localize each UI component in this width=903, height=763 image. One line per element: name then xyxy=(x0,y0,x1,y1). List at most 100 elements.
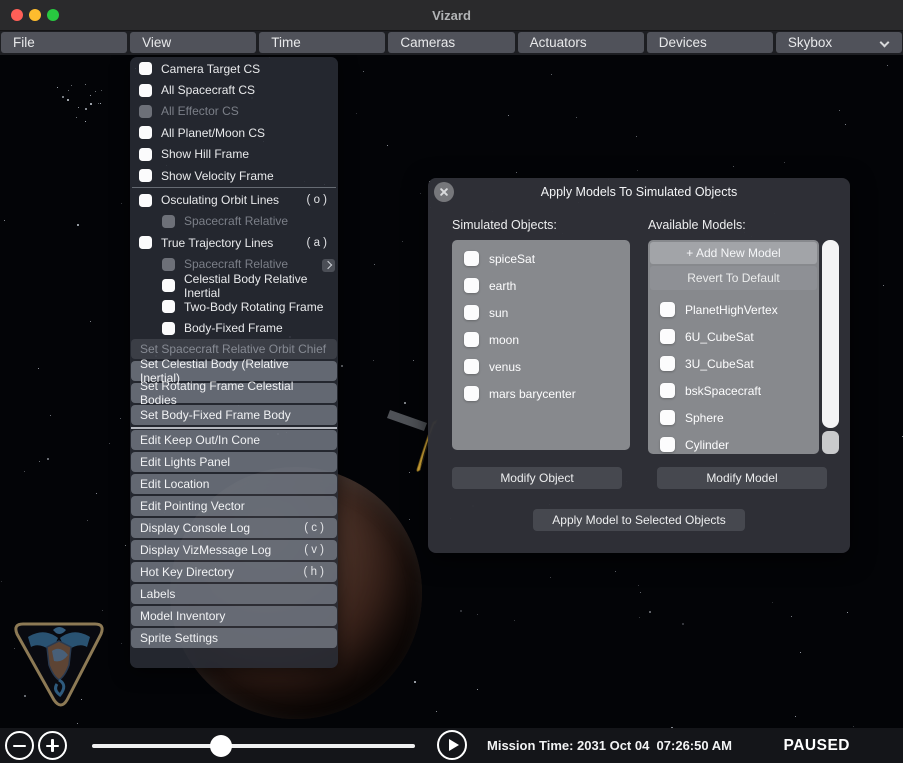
checkbox-icon[interactable] xyxy=(464,386,479,401)
menu-item-sprite-settings[interactable]: Sprite Settings xyxy=(131,628,337,648)
title-bar: Vizard xyxy=(0,0,903,31)
checkbox-icon xyxy=(139,105,152,118)
modify-object-button[interactable]: Modify Object xyxy=(452,467,622,489)
play-icon xyxy=(449,739,459,751)
checkbox-icon[interactable] xyxy=(464,251,479,266)
list-item-label: earth xyxy=(489,279,516,293)
menu-item-osculating-orbit-lines[interactable]: Osculating Orbit Lines( o ) xyxy=(130,189,338,210)
list-item-label: spiceSat xyxy=(489,252,535,266)
list-item-venus[interactable]: venus xyxy=(452,353,630,380)
checkbox-icon[interactable] xyxy=(660,329,675,344)
checkbox-icon[interactable] xyxy=(660,410,675,425)
menu-item-label: Set Rotating Frame Celestial Bodies xyxy=(140,379,328,407)
space-viewport[interactable]: Camera Target CSAll Spacecraft CSAll Eff… xyxy=(0,55,903,728)
menu-time[interactable]: Time xyxy=(259,32,385,53)
list-item-moon[interactable]: moon xyxy=(452,326,630,353)
list-item-label: Sphere xyxy=(685,411,724,425)
menu-item-label: Edit Pointing Vector xyxy=(140,499,245,513)
list-item-planethighvertex[interactable]: PlanetHighVertex xyxy=(648,296,819,323)
simulated-objects-label: Simulated Objects: xyxy=(452,218,557,232)
zoom-in-button[interactable] xyxy=(38,731,67,760)
menu-item-display-vizmessage-log[interactable]: Display VizMessage Log( v ) xyxy=(131,540,337,560)
slider-track[interactable] xyxy=(92,744,415,748)
list-item-label: Cylinder xyxy=(685,438,729,452)
minus-icon xyxy=(13,745,26,748)
list-item-label: 6U_CubeSat xyxy=(685,330,754,344)
checkbox-icon[interactable] xyxy=(464,305,479,320)
checkbox-icon xyxy=(162,300,175,313)
list-item-sphere[interactable]: Sphere xyxy=(648,404,819,431)
checkbox-icon[interactable] xyxy=(464,332,479,347)
revert-to-default-button[interactable]: Revert To Default xyxy=(650,266,817,290)
checkbox-icon xyxy=(139,126,152,139)
scrollbar-end-cap[interactable] xyxy=(822,431,839,454)
menu-item-edit-location[interactable]: Edit Location xyxy=(131,474,337,494)
menu-item-true-trajectory-lines[interactable]: True Trajectory Lines( a ) xyxy=(130,232,338,253)
models-scrollbar[interactable] xyxy=(822,240,839,454)
shortcut-hint: ( c ) xyxy=(304,522,328,534)
checkbox-icon xyxy=(162,279,175,292)
menu-item-all-spacecraft-cs[interactable]: All Spacecraft CS xyxy=(130,79,338,100)
menu-item-labels[interactable]: Labels xyxy=(131,584,337,604)
menu-item-hot-key-directory[interactable]: Hot Key Directory( h ) xyxy=(131,562,337,582)
menu-item-set-rotating-frame-celestial-bodies[interactable]: Set Rotating Frame Celestial Bodies xyxy=(131,383,337,403)
list-item-label: sun xyxy=(489,306,508,320)
available-models-list: + Add New Model Revert To Default Planet… xyxy=(648,240,819,454)
submenu-arrow-icon xyxy=(322,259,335,272)
list-item-spicesat[interactable]: spiceSat xyxy=(452,245,630,272)
menu-item-set-celestial-body-relative-inertial[interactable]: Set Celestial Body (Relative Inertial) xyxy=(131,361,337,381)
window-title: Vizard xyxy=(0,0,903,31)
menu-item-show-hill-frame[interactable]: Show Hill Frame xyxy=(130,144,338,165)
menu-devices[interactable]: Devices xyxy=(647,32,773,53)
slider-thumb[interactable] xyxy=(210,735,232,757)
menu-item-celestial-body-relative-inertial[interactable]: Celestial Body Relative Inertial xyxy=(130,275,338,296)
modify-model-button[interactable]: Modify Model xyxy=(657,467,827,489)
menu-item-body-fixed-frame[interactable]: Body-Fixed Frame xyxy=(130,318,338,339)
menu-item-label: True Trajectory Lines xyxy=(161,236,273,250)
menu-item-edit-keep-out-in-cone[interactable]: Edit Keep Out/In Cone xyxy=(131,430,337,450)
list-item-sun[interactable]: sun xyxy=(452,299,630,326)
menu-cameras[interactable]: Cameras xyxy=(388,32,514,53)
menu-item-all-planet-moon-cs[interactable]: All Planet/Moon CS xyxy=(130,122,338,143)
list-item-6u-cubesat[interactable]: 6U_CubeSat xyxy=(648,323,819,350)
scrollbar-thumb[interactable] xyxy=(822,240,839,428)
play-button[interactable] xyxy=(437,730,467,760)
menu-item-edit-lights-panel[interactable]: Edit Lights Panel xyxy=(131,452,337,472)
menu-bar: File ViewTimeCamerasActuators Devices Skybo… xyxy=(0,31,903,55)
menu-skybox[interactable]: Skybox xyxy=(776,32,902,53)
menu-item-edit-pointing-vector[interactable]: Edit Pointing Vector xyxy=(131,496,337,516)
menu-item-two-body-rotating-frame[interactable]: Two-Body Rotating Frame xyxy=(130,296,338,317)
checkbox-icon[interactable] xyxy=(660,356,675,371)
zoom-out-button[interactable] xyxy=(5,731,34,760)
list-item-cylinder[interactable]: Cylinder xyxy=(648,431,819,458)
menu-item-label: Show Hill Frame xyxy=(161,147,249,161)
available-models-label: Available Models: xyxy=(648,218,746,232)
list-item-bskspacecraft[interactable]: bskSpacecraft xyxy=(648,377,819,404)
list-item-earth[interactable]: earth xyxy=(452,272,630,299)
menu-item-set-body-fixed-frame-body[interactable]: Set Body-Fixed Frame Body xyxy=(131,405,337,425)
checkbox-icon[interactable] xyxy=(660,437,675,452)
menu-item-camera-target-cs[interactable]: Camera Target CS xyxy=(130,58,338,79)
time-rate-slider[interactable] xyxy=(92,728,415,763)
apply-model-button[interactable]: Apply Model to Selected Objects xyxy=(533,509,745,531)
paused-status: PAUSED xyxy=(784,728,850,763)
menu-item-display-console-log[interactable]: Display Console Log( c ) xyxy=(131,518,337,538)
menu-file[interactable]: File xyxy=(1,32,127,53)
shortcut-hint: ( o ) xyxy=(307,194,338,206)
menu-item-model-inventory[interactable]: Model Inventory xyxy=(131,606,337,626)
checkbox-icon[interactable] xyxy=(660,383,675,398)
checkbox-icon xyxy=(139,148,152,161)
menu-item-show-velocity-frame[interactable]: Show Velocity Frame xyxy=(130,165,338,186)
list-item-mars-barycenter[interactable]: mars barycenter xyxy=(452,380,630,407)
menu-item-label: Edit Lights Panel xyxy=(140,455,230,469)
checkbox-icon[interactable] xyxy=(464,278,479,293)
checkbox-icon xyxy=(162,215,175,228)
menu-view[interactable]: View xyxy=(130,32,256,53)
checkbox-icon[interactable] xyxy=(660,302,675,317)
menu-label: Devices xyxy=(659,35,707,50)
list-item-3u-cubesat[interactable]: 3U_CubeSat xyxy=(648,350,819,377)
menu-label: File xyxy=(13,35,35,50)
menu-actuators[interactable]: Actuators xyxy=(518,32,644,53)
checkbox-icon[interactable] xyxy=(464,359,479,374)
add-new-model-button[interactable]: + Add New Model xyxy=(650,242,817,264)
